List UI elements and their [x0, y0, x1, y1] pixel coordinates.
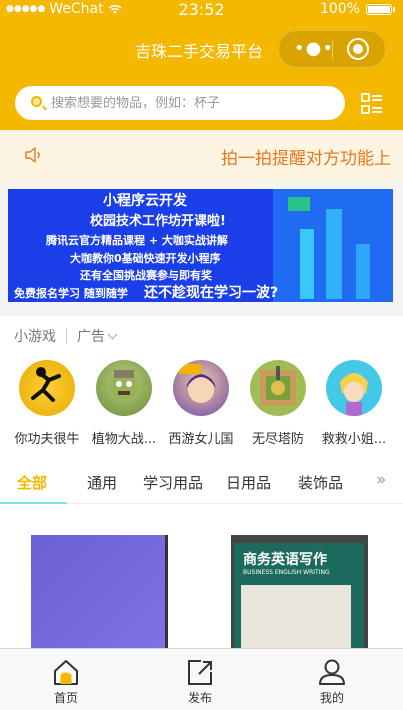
ad-dropdown[interactable]: 广告 [77, 326, 118, 346]
ad-label: 广告 [77, 329, 105, 345]
banner-block [326, 209, 342, 299]
battery-icon [366, 3, 392, 15]
banner-line: 校园技术工作坊开课啦! [90, 214, 226, 229]
goods-image [31, 535, 168, 649]
book-cover-subtitle: BUSINESS ENGLISH WRITING [243, 569, 330, 576]
game-name: 西游女儿国 [168, 432, 234, 447]
goods-image-edge [165, 535, 168, 649]
tabbar-home[interactable]: 首页 [31, 657, 101, 706]
tab-study-supplies[interactable]: 学习用品 [143, 472, 203, 493]
banner-line: 还不趁现在学习一波? [144, 285, 279, 301]
game-name: 你功夫很牛 [14, 432, 80, 447]
goods-grid: 商务英语写作 BUSINESS ENGLISH WRITING [0, 504, 403, 649]
status-bar: ●●●●● WeChat 23:52 100% [0, 0, 403, 22]
tab-all[interactable]: 全部 [17, 472, 47, 493]
game-item[interactable]: 植物大战... [89, 360, 159, 447]
banner-line: 腾讯云官方精品课程 + 大咖实战讲解 [46, 234, 228, 247]
mini-games-label: 小游戏 [14, 329, 56, 345]
game-item[interactable]: 救救小姐... [319, 360, 389, 447]
bottom-tab-bar: 首页 发布 我的 [0, 648, 403, 710]
category-tabs: 全部 通用 学习用品 日用品 装饰品 » [0, 450, 403, 504]
notice-bar[interactable]: 拍一拍提醒对方功能上 [0, 130, 403, 182]
tabbar-home-label: 首页 [53, 691, 78, 705]
banner-block [288, 197, 310, 211]
notice-text: 拍一拍提醒对方功能上 [221, 149, 391, 169]
game-avatar [19, 360, 75, 416]
game-name: 救救小姐... [321, 432, 387, 447]
page-title: 吉珠二手交易平台 [135, 42, 264, 61]
battery-area: 100% [320, 1, 395, 17]
tabbar-publish[interactable]: 发布 [165, 657, 235, 706]
tab-decorations[interactable]: 装饰品 [298, 472, 343, 493]
promo-banner[interactable]: 小程序云开发 校园技术工作坊开课啦! 腾讯云官方精品课程 + 大咖实战讲解 大咖… [8, 189, 393, 302]
game-item[interactable]: 西游女儿国 [166, 360, 236, 447]
game-name: 无尽塔防 [251, 432, 304, 447]
close-miniprogram-icon[interactable] [347, 38, 369, 60]
tabbar-publish-label: 发布 [187, 691, 212, 705]
game-item[interactable]: 无尽塔防 [243, 360, 313, 447]
mini-games-section: 小游戏 广告 你功夫很牛 植物大战... 西游女儿国 无尽塔防 救救小姐... [0, 316, 403, 450]
home-icon [54, 660, 78, 685]
search-input[interactable] [51, 93, 331, 113]
goods-item[interactable]: 商务英语写作 BUSINESS ENGLISH WRITING [231, 535, 368, 649]
capsule-divider [332, 41, 333, 59]
more-tabs-icon[interactable]: » [376, 470, 386, 490]
game-name: 植物大战... [91, 432, 157, 447]
tabbar-mine[interactable]: 我的 [297, 657, 367, 706]
banner-block [300, 229, 314, 299]
banner-line: 大咖教你0基础快速开发小程序 [70, 252, 221, 265]
more-menu-icon[interactable]: •●• [294, 40, 334, 58]
game-avatar [250, 360, 306, 416]
search-icon [31, 96, 42, 107]
header-divider [66, 329, 67, 343]
banner-line: 还有全国挑战赛参与即有奖 [80, 269, 212, 282]
banner-line: 免费报名学习 随到随学 [14, 287, 128, 300]
tabbar-mine-label: 我的 [319, 691, 344, 705]
user-icon [319, 659, 345, 685]
game-avatar [326, 360, 382, 416]
navigation-bar: 吉珠二手交易平台 •●• [0, 22, 403, 78]
battery-percent: 100% [319, 1, 360, 17]
mini-games-header: 小游戏 广告 [14, 326, 118, 346]
publish-icon [188, 660, 212, 685]
miniprogram-capsule: •●• [278, 30, 386, 68]
search-box[interactable] [15, 86, 345, 120]
tab-general[interactable]: 通用 [87, 472, 117, 493]
goods-image-paper [241, 585, 351, 649]
game-item[interactable]: 你功夫很牛 [12, 360, 82, 447]
speaker-icon [25, 147, 40, 163]
tab-daily-goods[interactable]: 日用品 [226, 472, 271, 493]
goods-item[interactable] [31, 535, 168, 649]
banner-block [356, 244, 370, 299]
search-bar [0, 78, 403, 130]
game-avatar [96, 360, 152, 416]
book-cover-title: 商务英语写作 [243, 552, 327, 568]
battery-tip [393, 6, 395, 12]
chevron-down-icon [107, 329, 118, 339]
banner-title: 小程序云开发 [103, 193, 187, 209]
game-avatar [173, 360, 229, 416]
category-list-icon[interactable] [361, 93, 383, 115]
